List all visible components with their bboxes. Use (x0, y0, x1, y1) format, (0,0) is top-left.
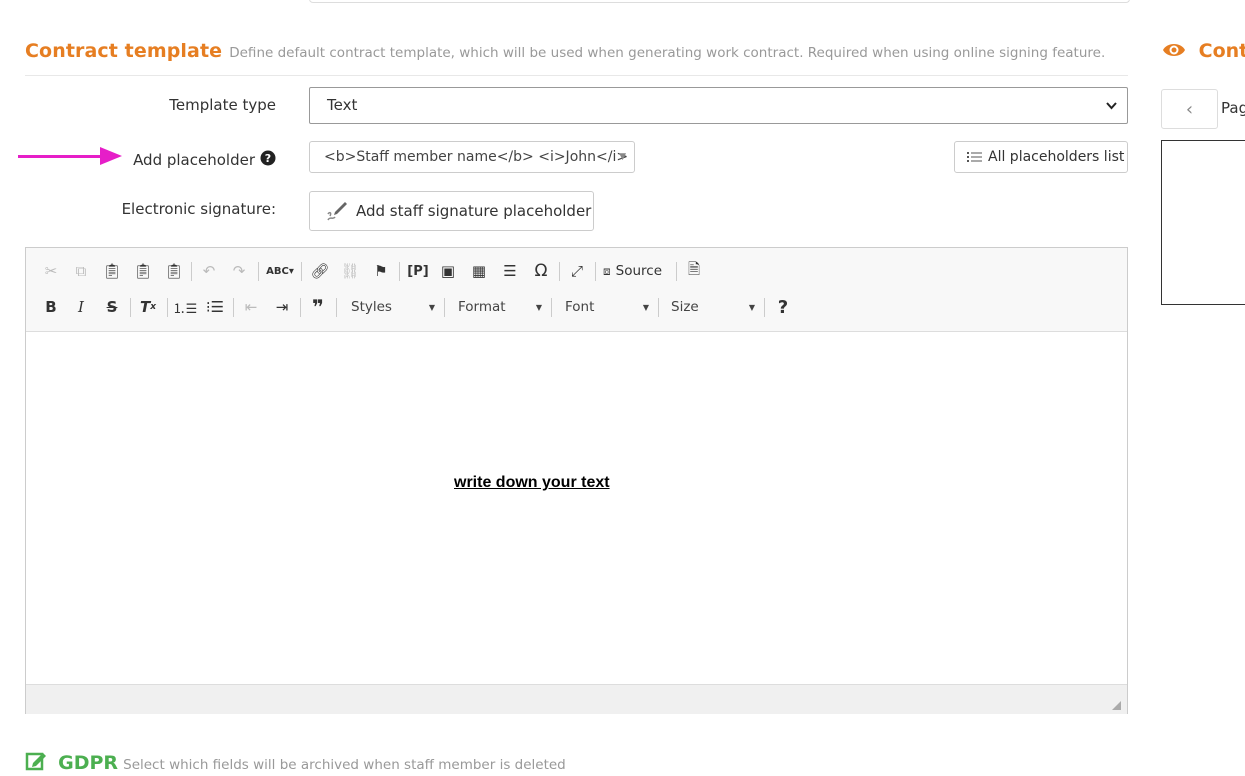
gdpr-header: GDPR Select which fields will be archive… (25, 750, 566, 776)
document-icon[interactable]: 🗎 (683, 257, 705, 285)
annotation-arrow-shaft (18, 155, 106, 158)
add-placeholder-label-group: Add placeholder ? (120, 150, 276, 170)
special-char-omega-icon[interactable]: Ω (530, 257, 552, 285)
anchor-flag-icon[interactable]: ⚑ (370, 257, 392, 285)
editor-content-area[interactable]: write down your text (26, 332, 1127, 683)
contract-template-header: Contract template Define default contrac… (25, 40, 1105, 62)
gdpr-description: Select which fields will be archived whe… (123, 757, 566, 773)
template-type-value: Text (327, 96, 358, 114)
caret-down-icon: ▼ (428, 302, 435, 312)
placeholder-p-icon[interactable]: [P] (407, 257, 429, 285)
copy-icon[interactable]: ⧉ (70, 257, 92, 285)
maximize-icon[interactable]: ⤢ (566, 257, 588, 285)
blockquote-icon[interactable]: ❞ (307, 293, 329, 321)
font-label: Font (565, 299, 595, 315)
outdent-icon[interactable]: ⇤ (240, 293, 262, 321)
annotation-arrow-head (100, 147, 122, 165)
link-icon[interactable]: 🔗︎ (309, 257, 331, 285)
question-circle-icon[interactable]: ? (260, 150, 276, 170)
caret-down-icon: ▼ (535, 302, 542, 312)
previous-field-bottom (309, 0, 1130, 3)
remove-format-icon[interactable]: Tx (137, 293, 159, 321)
svg-text:?: ? (265, 152, 271, 165)
format-combo[interactable]: Format ▼ (458, 293, 542, 321)
page-label: Pag (1221, 99, 1245, 117)
table-icon[interactable]: ▦ (468, 257, 490, 285)
eye-icon (1162, 41, 1186, 64)
image-icon[interactable]: ▣ (437, 257, 459, 285)
font-combo[interactable]: Font ▼ (565, 293, 649, 321)
bold-icon[interactable]: B (40, 293, 62, 321)
editor-content-text: write down your text (454, 474, 610, 491)
paste-text-icon[interactable]: 📋︎ (132, 257, 154, 285)
template-type-label: Template type (169, 96, 276, 114)
preview-title: Contr (1198, 40, 1245, 62)
resize-handle-icon[interactable] (1112, 701, 1121, 710)
strikethrough-icon[interactable]: S (101, 293, 123, 321)
size-combo[interactable]: Size ▼ (671, 293, 755, 321)
help-icon[interactable]: ? (772, 293, 794, 321)
contract-preview-box (1161, 140, 1245, 305)
all-placeholders-button[interactable]: All placeholders list (954, 141, 1128, 173)
paste-icon[interactable]: 📋︎ (101, 257, 123, 285)
list-icon (967, 151, 982, 163)
template-type-select[interactable]: Text (309, 87, 1128, 124)
source-button[interactable]: ⧈ Source (603, 257, 669, 285)
horizontal-line-icon[interactable]: ☰ (499, 257, 521, 285)
caret-down-icon: ▼ (748, 302, 755, 312)
source-icon: ⧈ (603, 263, 611, 278)
cut-icon[interactable]: ✂ (40, 257, 62, 285)
contract-preview-header: Contr (1162, 40, 1245, 64)
paste-from-word-icon[interactable]: 📋︎ (163, 257, 185, 285)
section-title: Contract template (25, 40, 223, 62)
edit-square-icon (25, 750, 47, 776)
format-label: Format (458, 299, 506, 315)
bulleted-list-icon[interactable]: ⁝☰ (204, 293, 226, 321)
chevron-left-icon: ‹ (1185, 98, 1194, 120)
rich-text-editor: ✂ ⧉ 📋︎ 📋︎ 📋︎ ↶ ↷ ABC▾ 🔗︎ ⛓ ⚑ [P] ▣ ▦ ☰ Ω… (25, 247, 1128, 714)
styles-combo[interactable]: Styles ▼ (351, 293, 435, 321)
all-placeholders-label: All placeholders list (988, 149, 1125, 165)
indent-icon[interactable]: ⇥ (271, 293, 293, 321)
caret-down-icon: ▼ (619, 152, 626, 162)
divider (25, 75, 1128, 76)
placeholder-dropdown[interactable]: <b>Staff member name</b> <i>John</i> ▼ (309, 141, 635, 173)
numbered-list-icon[interactable]: ⒈☰ (173, 293, 198, 321)
add-placeholder-label: Add placeholder (133, 151, 255, 169)
spellcheck-icon[interactable]: ABC▾ (265, 257, 295, 285)
signature-pen-icon (326, 200, 348, 222)
redo-icon[interactable]: ↷ (228, 257, 250, 285)
add-staff-signature-label: Add staff signature placeholder (356, 202, 592, 220)
caret-down-icon: ▼ (642, 302, 649, 312)
previous-page-button[interactable]: ‹ (1161, 89, 1218, 129)
gdpr-title: GDPR (58, 752, 119, 774)
chevron-down-icon (1106, 88, 1117, 137)
placeholder-dropdown-value: <b>Staff member name</b> <i>John</i> (324, 149, 629, 165)
editor-statusbar (26, 684, 1127, 714)
size-label: Size (671, 299, 699, 315)
unlink-icon[interactable]: ⛓ (339, 257, 361, 285)
editor-toolbar: ✂ ⧉ 📋︎ 📋︎ 📋︎ ↶ ↷ ABC▾ 🔗︎ ⛓ ⚑ [P] ▣ ▦ ☰ Ω… (26, 248, 1127, 332)
source-label: Source (615, 263, 663, 279)
undo-icon[interactable]: ↶ (198, 257, 220, 285)
add-staff-signature-button[interactable]: Add staff signature placeholder (309, 191, 594, 231)
italic-icon[interactable]: I (70, 293, 92, 321)
styles-label: Styles (351, 299, 392, 315)
section-description: Define default contract template, which … (229, 45, 1106, 61)
electronic-signature-label: Electronic signature: (121, 200, 276, 218)
